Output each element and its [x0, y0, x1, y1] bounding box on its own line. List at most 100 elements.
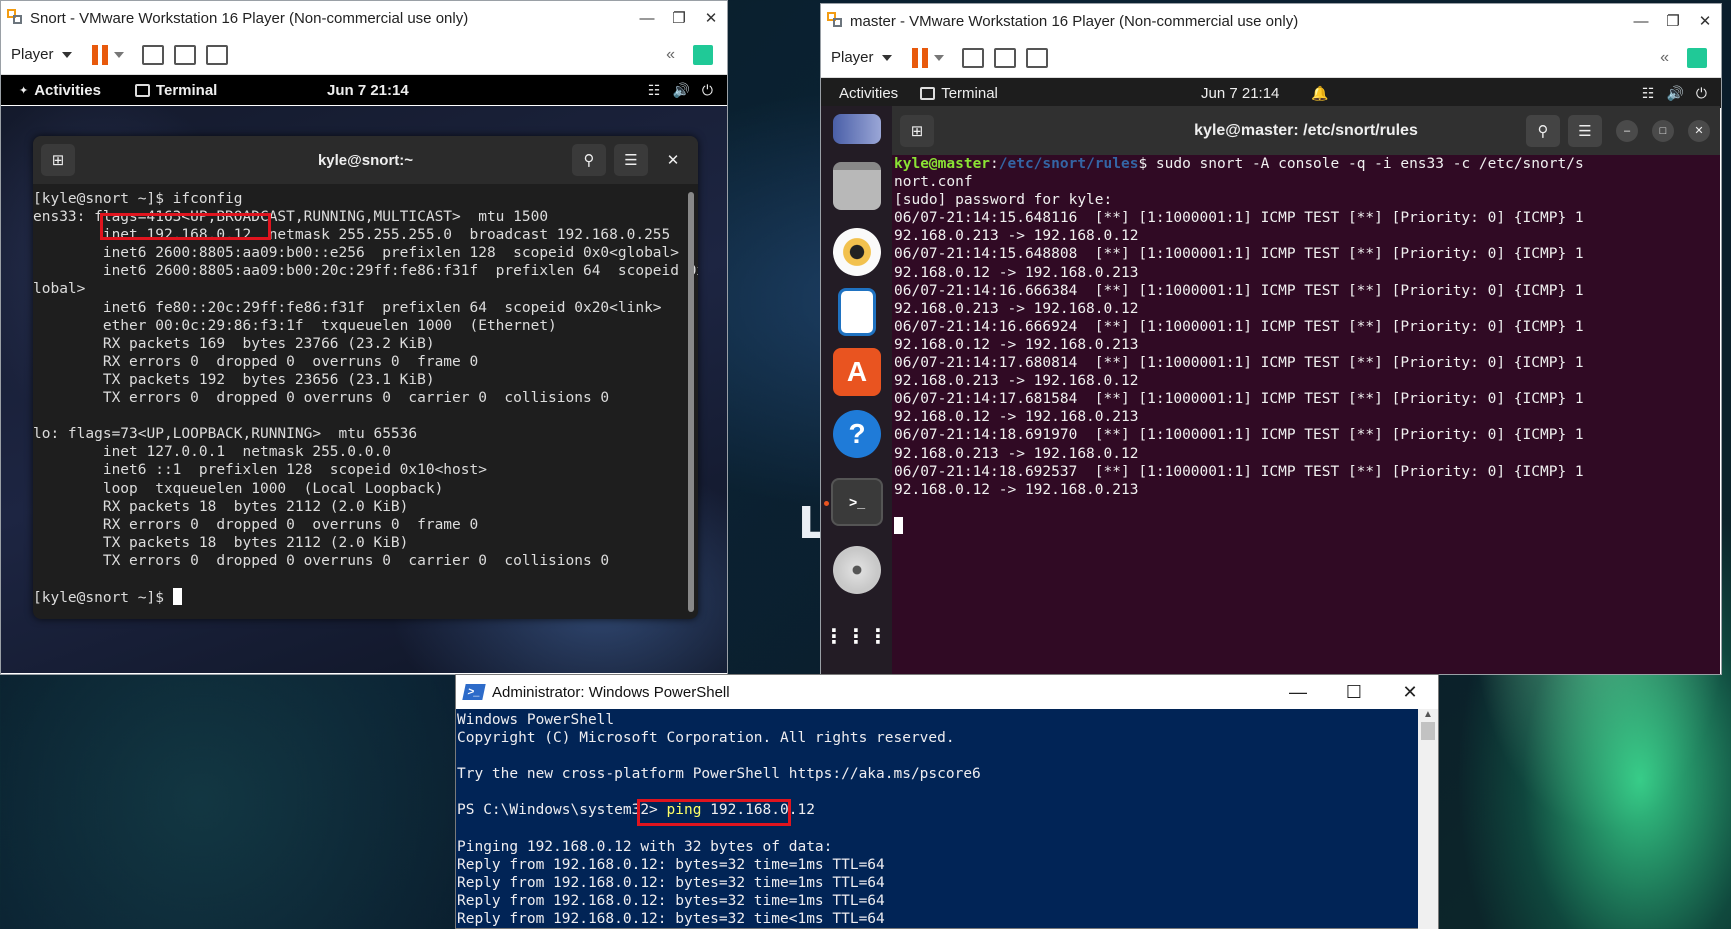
app-menu[interactable]: Terminal	[920, 85, 998, 102]
prompt-path: /etc/snort/rules	[998, 156, 1139, 172]
network-icon: ☷	[647, 81, 661, 98]
powershell-line: Reply from 192.168.0.12: bytes=32 time<1…	[457, 911, 885, 928]
vmware-logo-icon	[7, 9, 25, 27]
player-menu-button[interactable]: Player	[11, 46, 72, 63]
powershell-line: Reply from 192.168.0.12: bytes=32 time=1…	[457, 892, 885, 909]
terminal-scrollbar[interactable]	[688, 192, 694, 612]
libreoffice-writer-icon[interactable]	[838, 288, 876, 336]
maximize-icon[interactable]: ☐	[1326, 682, 1382, 703]
terminal-output[interactable]: kyle@master:/etc/snort/rules$ sudo snort…	[892, 155, 1720, 536]
scroll-thumb[interactable]	[1421, 722, 1435, 740]
active-app-indicator	[824, 501, 829, 506]
minimize-icon[interactable]: —	[1625, 13, 1657, 30]
activities-button[interactable]: Activities	[839, 85, 898, 102]
search-button[interactable]: ⚲	[572, 144, 606, 176]
close-button[interactable]: ✕	[1688, 119, 1710, 142]
fullscreen-icon[interactable]	[173, 44, 196, 65]
pause-icon[interactable]	[911, 47, 928, 68]
terminal-dock-icon[interactable]: >_	[831, 478, 883, 526]
scroll-up-icon[interactable]: ▲	[1418, 709, 1438, 720]
send-ctrl-alt-del-icon[interactable]	[961, 47, 984, 68]
fullscreen-icon[interactable]	[993, 47, 1016, 68]
menu-button[interactable]: ☰	[614, 144, 648, 176]
menu-button[interactable]: ☰	[1568, 114, 1602, 147]
message-log-icon[interactable]	[693, 44, 713, 65]
powershell-line: Pinging 192.168.0.12 with 32 bytes of da…	[457, 838, 833, 855]
clock[interactable]: Jun 7 21:14	[1201, 85, 1279, 102]
network-icon: ☷	[1641, 84, 1655, 101]
volume-icon: 🔊	[1666, 84, 1684, 101]
minimize-icon[interactable]: —	[631, 10, 663, 27]
prompt-user: kyle@master	[894, 156, 991, 172]
powershell-line: Windows PowerShell	[457, 712, 615, 728]
minimize-icon[interactable]: —	[1270, 682, 1326, 703]
system-tray[interactable]: ☷ 🔊 ⏻	[1642, 85, 1707, 102]
new-tab-button[interactable]: ⊞	[900, 114, 934, 147]
system-tray[interactable]: ☷ 🔊 ⏻	[648, 82, 713, 99]
clock[interactable]: Jun 7 21:14	[327, 82, 409, 99]
terminal-line: nort.conf	[894, 174, 973, 191]
minimize-button[interactable]: –	[1616, 119, 1638, 142]
dropdown-icon	[881, 54, 892, 61]
restore-icon[interactable]: ❐	[663, 9, 695, 27]
dvd-icon[interactable]	[833, 546, 881, 594]
terminal-line: TX packets 192 bytes 23656 (23.1 KiB)	[33, 371, 435, 388]
restore-icon[interactable]: ❐	[1657, 12, 1689, 30]
terminal-line: RX errors 0 dropped 0 overruns 0 frame 0	[33, 516, 479, 533]
volume-icon: 🔊	[672, 81, 690, 98]
unity-icon[interactable]	[1025, 47, 1048, 68]
activities-button[interactable]: ✦ Activities	[19, 82, 101, 99]
terminal-line: [kyle@snort ~]$ ifconfig	[33, 191, 243, 207]
maximize-button[interactable]: □	[1652, 119, 1674, 142]
powershell-title: Administrator: Windows PowerShell	[492, 683, 730, 701]
pause-dropdown-icon[interactable]	[113, 51, 124, 58]
terminal-line: lo: flags=73<UP,LOOPBACK,RUNNING> mtu 65…	[33, 426, 418, 443]
command-text: $ sudo snort -A console -q -i ens33 -c /…	[1138, 156, 1584, 172]
help-icon[interactable]: ?	[833, 410, 881, 458]
dropdown-icon	[61, 51, 72, 58]
window-title: Snort - VMware Workstation 16 Player (No…	[30, 9, 469, 27]
files-icon[interactable]	[833, 162, 881, 210]
thunderbird-icon[interactable]	[833, 114, 881, 144]
search-button[interactable]: ⚲	[1526, 114, 1560, 147]
vm-toolbar: Player «	[1, 35, 727, 75]
terminal-line: 06/07-21:14:18.691970 [**] [1:1000001:1]…	[894, 427, 1584, 444]
terminal-line: ether 00:0c:29:86:f3:1f txqueuelen 1000 …	[33, 317, 557, 334]
terminal-headerbar: ⊞ kyle@snort:~ ⚲ ☰ ✕	[33, 136, 698, 184]
terminal-output[interactable]: [kyle@snort ~]$ ifconfig ens33: flags=416…	[33, 184, 698, 607]
message-log-icon[interactable]	[1687, 47, 1707, 68]
terminal-prompt-line: [kyle@snort ~]$	[33, 588, 698, 607]
terminal-icon	[920, 86, 936, 100]
unity-icon[interactable]	[205, 44, 228, 65]
collapse-toolbar-icon[interactable]: «	[1660, 49, 1669, 67]
pause-dropdown-icon[interactable]	[933, 54, 944, 61]
snort-terminal-window[interactable]: ⊞ kyle@snort:~ ⚲ ☰ ✕ [kyle@snort ~]$ ifc…	[33, 136, 698, 619]
close-icon[interactable]: ✕	[1689, 12, 1721, 30]
master-terminal-window[interactable]: ⊞ kyle@master: /etc/snort/rules ⚲ ☰ – □ …	[892, 106, 1720, 674]
software-center-icon[interactable]: A	[833, 348, 881, 396]
terminal-line: TX packets 18 bytes 2112 (2.0 KiB)	[33, 534, 409, 551]
powershell-window[interactable]: >_ Administrator: Windows PowerShell — ☐…	[455, 674, 1439, 929]
vm-toolbar: Player «	[821, 38, 1721, 78]
terminal-line: RX packets 18 bytes 2112 (2.0 KiB)	[33, 498, 409, 515]
show-apps-icon[interactable]: ⋮⋮⋮	[824, 612, 888, 660]
pause-icon[interactable]	[91, 44, 108, 65]
rhythmbox-icon[interactable]	[833, 228, 881, 276]
player-label: Player	[831, 49, 874, 66]
terminal-line: inet6 2600:8805:aa09:b00:20c:29ff:fe86:f…	[33, 263, 698, 280]
terminal-line: TX errors 0 dropped 0 overruns 0 carrier…	[33, 552, 610, 569]
terminal-line: inet6 ::1 prefixlen 128 scopeid 0x10<hos…	[33, 462, 487, 479]
close-icon[interactable]: ✕	[1382, 682, 1438, 703]
app-menu[interactable]: Terminal	[134, 82, 217, 99]
alarm-icon: 🔔	[1311, 84, 1329, 101]
player-menu-button[interactable]: Player	[831, 49, 892, 66]
powershell-scrollbar[interactable]: ▲	[1418, 709, 1438, 929]
close-icon[interactable]: ✕	[695, 9, 727, 27]
powershell-output[interactable]: Windows PowerShell Copyright (C) Microso…	[456, 709, 1438, 928]
collapse-toolbar-icon[interactable]: «	[666, 46, 675, 64]
send-ctrl-alt-del-icon[interactable]	[141, 44, 164, 65]
close-button[interactable]: ✕	[656, 144, 690, 176]
new-tab-button[interactable]: ⊞	[41, 144, 75, 176]
